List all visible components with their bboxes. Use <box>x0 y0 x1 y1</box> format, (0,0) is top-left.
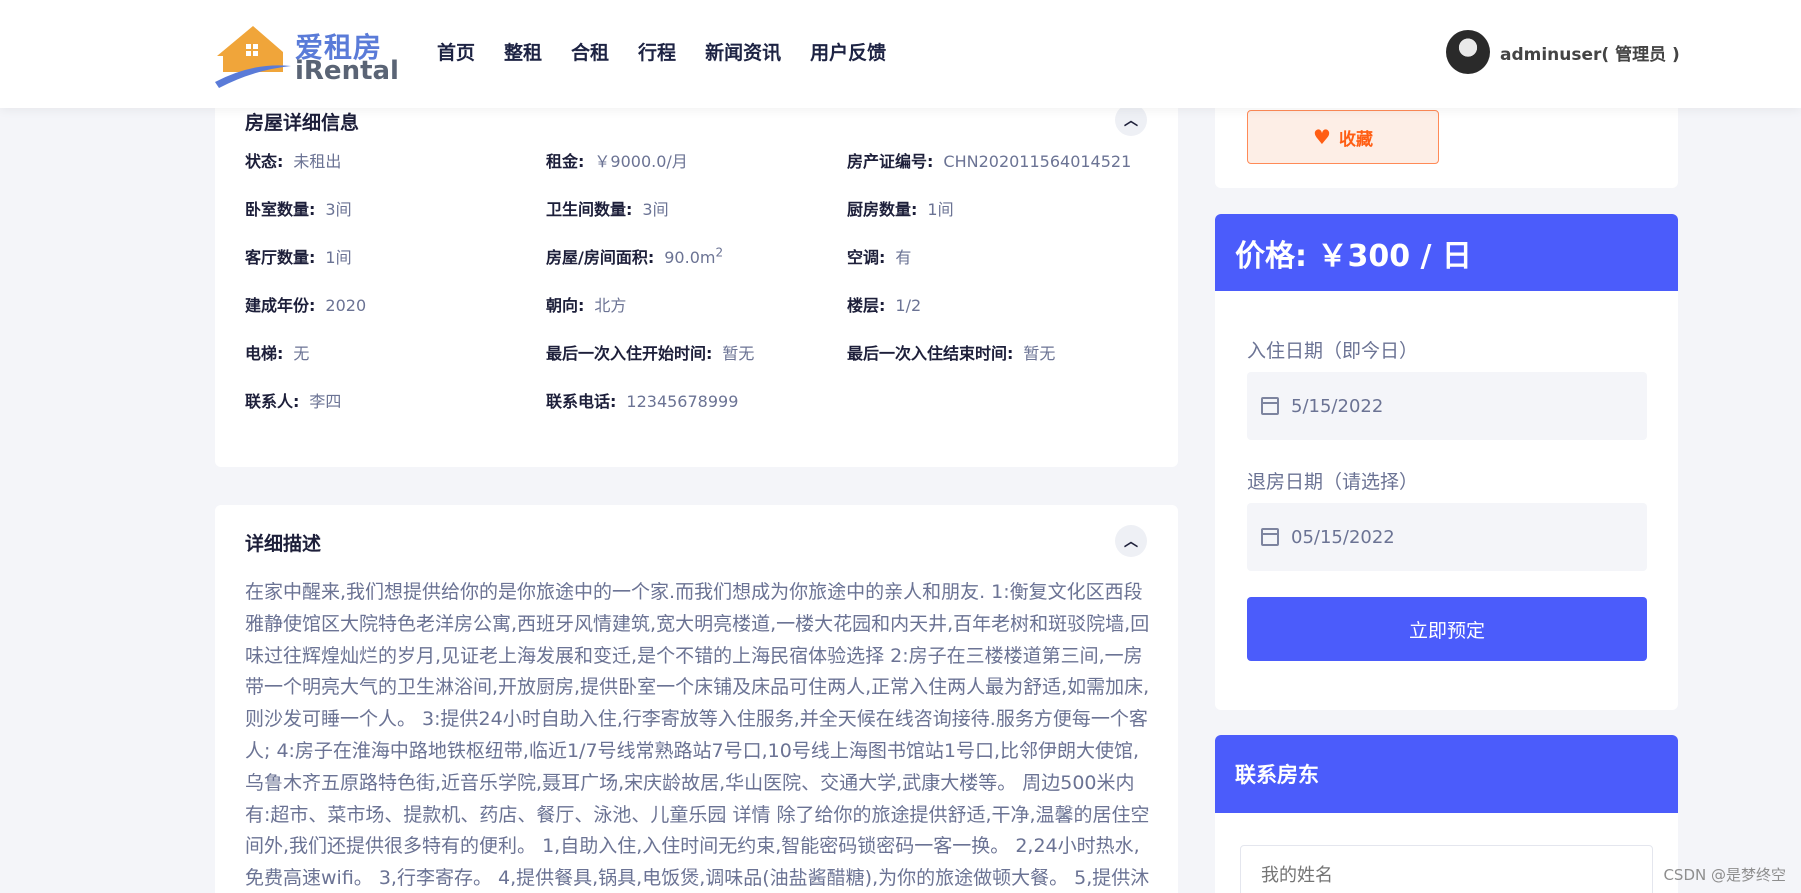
calendar-icon <box>1261 528 1279 546</box>
detail-value: 1间 <box>927 200 954 219</box>
detail-key: 租金: <box>546 152 585 171</box>
detail-value: 2020 <box>325 296 367 315</box>
chevron-up-icon: ︿ <box>1124 534 1138 550</box>
detail-cell: 朝向: 北方 <box>546 292 847 315</box>
detail-value: 3间 <box>642 200 669 219</box>
nav-trips[interactable]: 行程 <box>638 38 676 65</box>
detail-key: 空调: <box>847 248 886 267</box>
detail-value: CHN202011564014521 <box>943 152 1132 171</box>
detail-key: 状态: <box>245 152 284 171</box>
detail-cell: 租金: ￥9000.0/月 <box>546 148 847 171</box>
area-unit-superscript: 2 <box>715 245 724 260</box>
detail-key: 联系电话: <box>546 392 617 411</box>
description-title: 详细描述 <box>245 533 322 555</box>
details-title: 房屋详细信息 <box>245 112 360 134</box>
details-collapse-button[interactable]: ︿ <box>1115 104 1147 136</box>
detail-key: 卫生间数量: <box>546 200 633 219</box>
detail-key: 房屋/房间面积: <box>546 248 655 267</box>
detail-value: 无 <box>293 344 310 363</box>
checkin-label: 入住日期（即今日） <box>1247 340 1419 362</box>
price-text: 价格: ￥300 / 日 <box>1235 238 1472 274</box>
favorite-button[interactable]: ♥ 收藏 <box>1247 110 1439 164</box>
description-collapse-button[interactable]: ︿ <box>1115 525 1147 557</box>
nav-feedback[interactable]: 用户反馈 <box>810 38 886 65</box>
heart-icon: ♥ <box>1313 125 1331 149</box>
detail-key: 厨房数量: <box>847 200 918 219</box>
description-card: 详细描述 ︿ 在家中醒来,我们想提供给你的是你旅途中的一个家.而我们想成为你旅途… <box>215 505 1178 893</box>
detail-value: 未租出 <box>293 152 342 171</box>
detail-cell: 联系人: 李四 <box>245 388 546 411</box>
main-nav: 首页 整租 合租 行程 新闻资讯 用户反馈 <box>437 38 886 65</box>
detail-cell: 最后一次入住开始时间: 暂无 <box>546 340 847 363</box>
avatar[interactable] <box>1446 30 1490 74</box>
checkin-date-field[interactable]: 5/15/2022 <box>1247 372 1647 440</box>
calendar-icon <box>1261 397 1279 415</box>
description-text: 在家中醒来,我们想提供给你的是你旅途中的一个家.而我们想成为你旅途中的亲人和朋友… <box>245 581 1150 890</box>
detail-value: 暂无 <box>1023 344 1056 363</box>
nav-home[interactable]: 首页 <box>437 38 475 65</box>
name-input[interactable] <box>1240 845 1653 893</box>
watermark: CSDN @是梦终空 <box>1663 866 1786 884</box>
detail-value: ￥9000.0/月 <box>594 152 688 171</box>
detail-key: 联系人: <box>245 392 300 411</box>
detail-cell: 联系电话: 12345678999 <box>546 388 847 411</box>
nav-whole-rent[interactable]: 整租 <box>504 38 542 65</box>
detail-key: 客厅数量: <box>245 248 316 267</box>
booking-card: 价格: ￥300 / 日 入住日期（即今日） 5/15/2022 退房日期（请选… <box>1215 214 1678 710</box>
detail-cell <box>847 388 1155 410</box>
details-grid: 状态: 未租出 租金: ￥9000.0/月 房产证编号: CHN2020115640145… <box>245 148 1155 411</box>
detail-value: 暂无 <box>722 344 755 363</box>
detail-key: 最后一次入住开始时间: <box>546 344 713 363</box>
detail-key: 电梯: <box>245 344 284 363</box>
nav-shared-rent[interactable]: 合租 <box>571 38 609 65</box>
detail-key: 卧室数量: <box>245 200 316 219</box>
price-header: 价格: ￥300 / 日 <box>1215 214 1678 291</box>
detail-key: 建成年份: <box>245 296 316 315</box>
detail-cell: 空调: 有 <box>847 244 1155 267</box>
top-header: 爱租房 iRental 首页 整租 合租 行程 新闻资讯 用户反馈 adminu… <box>0 0 1801 108</box>
detail-cell: 卫生间数量: 3间 <box>546 196 847 219</box>
site-logo[interactable]: 爱租房 iRental <box>213 22 399 88</box>
detail-cell: 客厅数量: 1间 <box>245 244 546 267</box>
book-now-button[interactable]: 立即预定 <box>1247 597 1647 661</box>
house-details-card: 房屋详细信息 ︿ 状态: 未租出 租金: ￥9000.0/月 房产证编号: CHN2020… <box>215 90 1178 467</box>
detail-cell: 卧室数量: 3间 <box>245 196 546 219</box>
detail-key: 楼层: <box>847 296 886 315</box>
nav-news[interactable]: 新闻资讯 <box>705 38 781 65</box>
contact-landlord-card: 联系房东 <box>1215 735 1678 893</box>
detail-value: 90.0m <box>664 248 716 267</box>
favorite-label: 收藏 <box>1338 129 1373 150</box>
detail-cell: 状态: 未租出 <box>245 148 546 171</box>
detail-value: 有 <box>895 248 912 267</box>
house-logo-icon <box>215 26 291 88</box>
detail-cell: 厨房数量: 1间 <box>847 196 1155 219</box>
detail-value: 1/2 <box>895 296 922 315</box>
detail-key: 朝向: <box>546 296 585 315</box>
detail-key: 房产证编号: <box>847 152 934 171</box>
checkin-date-value: 5/15/2022 <box>1291 395 1384 417</box>
detail-value: 3间 <box>325 200 352 219</box>
checkout-date-value: 05/15/2022 <box>1291 526 1395 548</box>
chevron-up-icon: ︿ <box>1124 113 1138 129</box>
detail-cell: 电梯: 无 <box>245 340 546 363</box>
detail-value: 1间 <box>325 248 352 267</box>
detail-cell: 房产证编号: CHN202011564014521 <box>847 148 1155 171</box>
detail-value: 李四 <box>309 392 342 411</box>
detail-value: 北方 <box>594 296 627 315</box>
detail-cell: 最后一次入住结束时间: 暂无 <box>847 340 1155 363</box>
detail-cell: 房屋/房间面积: 90.0m2 <box>546 244 847 267</box>
detail-cell: 建成年份: 2020 <box>245 292 546 315</box>
logo-text-en: iRental <box>295 56 399 86</box>
detail-cell: 楼层: 1/2 <box>847 292 1155 315</box>
checkout-label: 退房日期（请选择） <box>1247 471 1419 493</box>
detail-key: 最后一次入住结束时间: <box>847 344 1014 363</box>
detail-value: 12345678999 <box>626 392 739 411</box>
contact-header: 联系房东 <box>1215 735 1678 813</box>
contact-title: 联系房东 <box>1235 763 1319 787</box>
checkout-date-field[interactable]: 05/15/2022 <box>1247 503 1647 571</box>
user-menu[interactable]: adminuser( 管理员 ) <box>1446 30 1680 74</box>
user-name[interactable]: adminuser( 管理员 ) <box>1500 40 1680 65</box>
